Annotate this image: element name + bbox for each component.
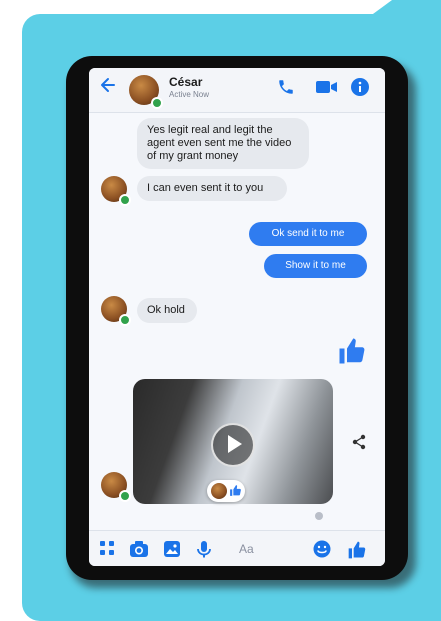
gallery-icon[interactable] [163, 540, 181, 558]
message-bubble-incoming: Yes legit real and legit the agent even … [137, 118, 309, 169]
message-bubble-outgoing: Show it to me [264, 254, 367, 278]
message-bubble-outgoing: Ok send it to me [249, 222, 367, 246]
video-call-icon[interactable] [315, 78, 339, 96]
microphone-icon[interactable] [197, 540, 211, 558]
thumbs-up-icon[interactable] [347, 540, 367, 560]
play-icon[interactable] [211, 423, 255, 467]
message-bubble-incoming: Ok hold [137, 298, 197, 323]
online-indicator [151, 97, 163, 109]
reaction-chip[interactable] [207, 480, 245, 502]
message-bubble-incoming: I can even sent it to you [137, 176, 287, 201]
thumbs-up-icon [339, 338, 365, 364]
online-indicator [119, 194, 131, 206]
camera-icon[interactable] [129, 540, 149, 558]
messenger-screen: César Active Now Yes legit real and legi… [89, 68, 385, 566]
corner-tab [362, 0, 441, 22]
menu-grid-icon[interactable] [99, 540, 115, 556]
back-arrow-icon[interactable] [99, 76, 117, 98]
composer-bar: Aa [89, 530, 385, 566]
message-input[interactable]: Aa [239, 542, 254, 556]
contact-name[interactable]: César [169, 75, 202, 89]
seen-indicator [315, 512, 323, 520]
chat-header: César Active Now [89, 68, 385, 113]
contact-status: Active Now [169, 90, 210, 99]
thumbs-up-icon [230, 485, 241, 496]
online-indicator [119, 314, 131, 326]
emoji-icon[interactable] [313, 540, 331, 558]
online-indicator [119, 490, 131, 502]
phone-icon[interactable] [277, 78, 295, 96]
info-icon[interactable] [351, 78, 369, 96]
share-icon[interactable] [351, 434, 367, 450]
reaction-avatar [211, 483, 227, 499]
